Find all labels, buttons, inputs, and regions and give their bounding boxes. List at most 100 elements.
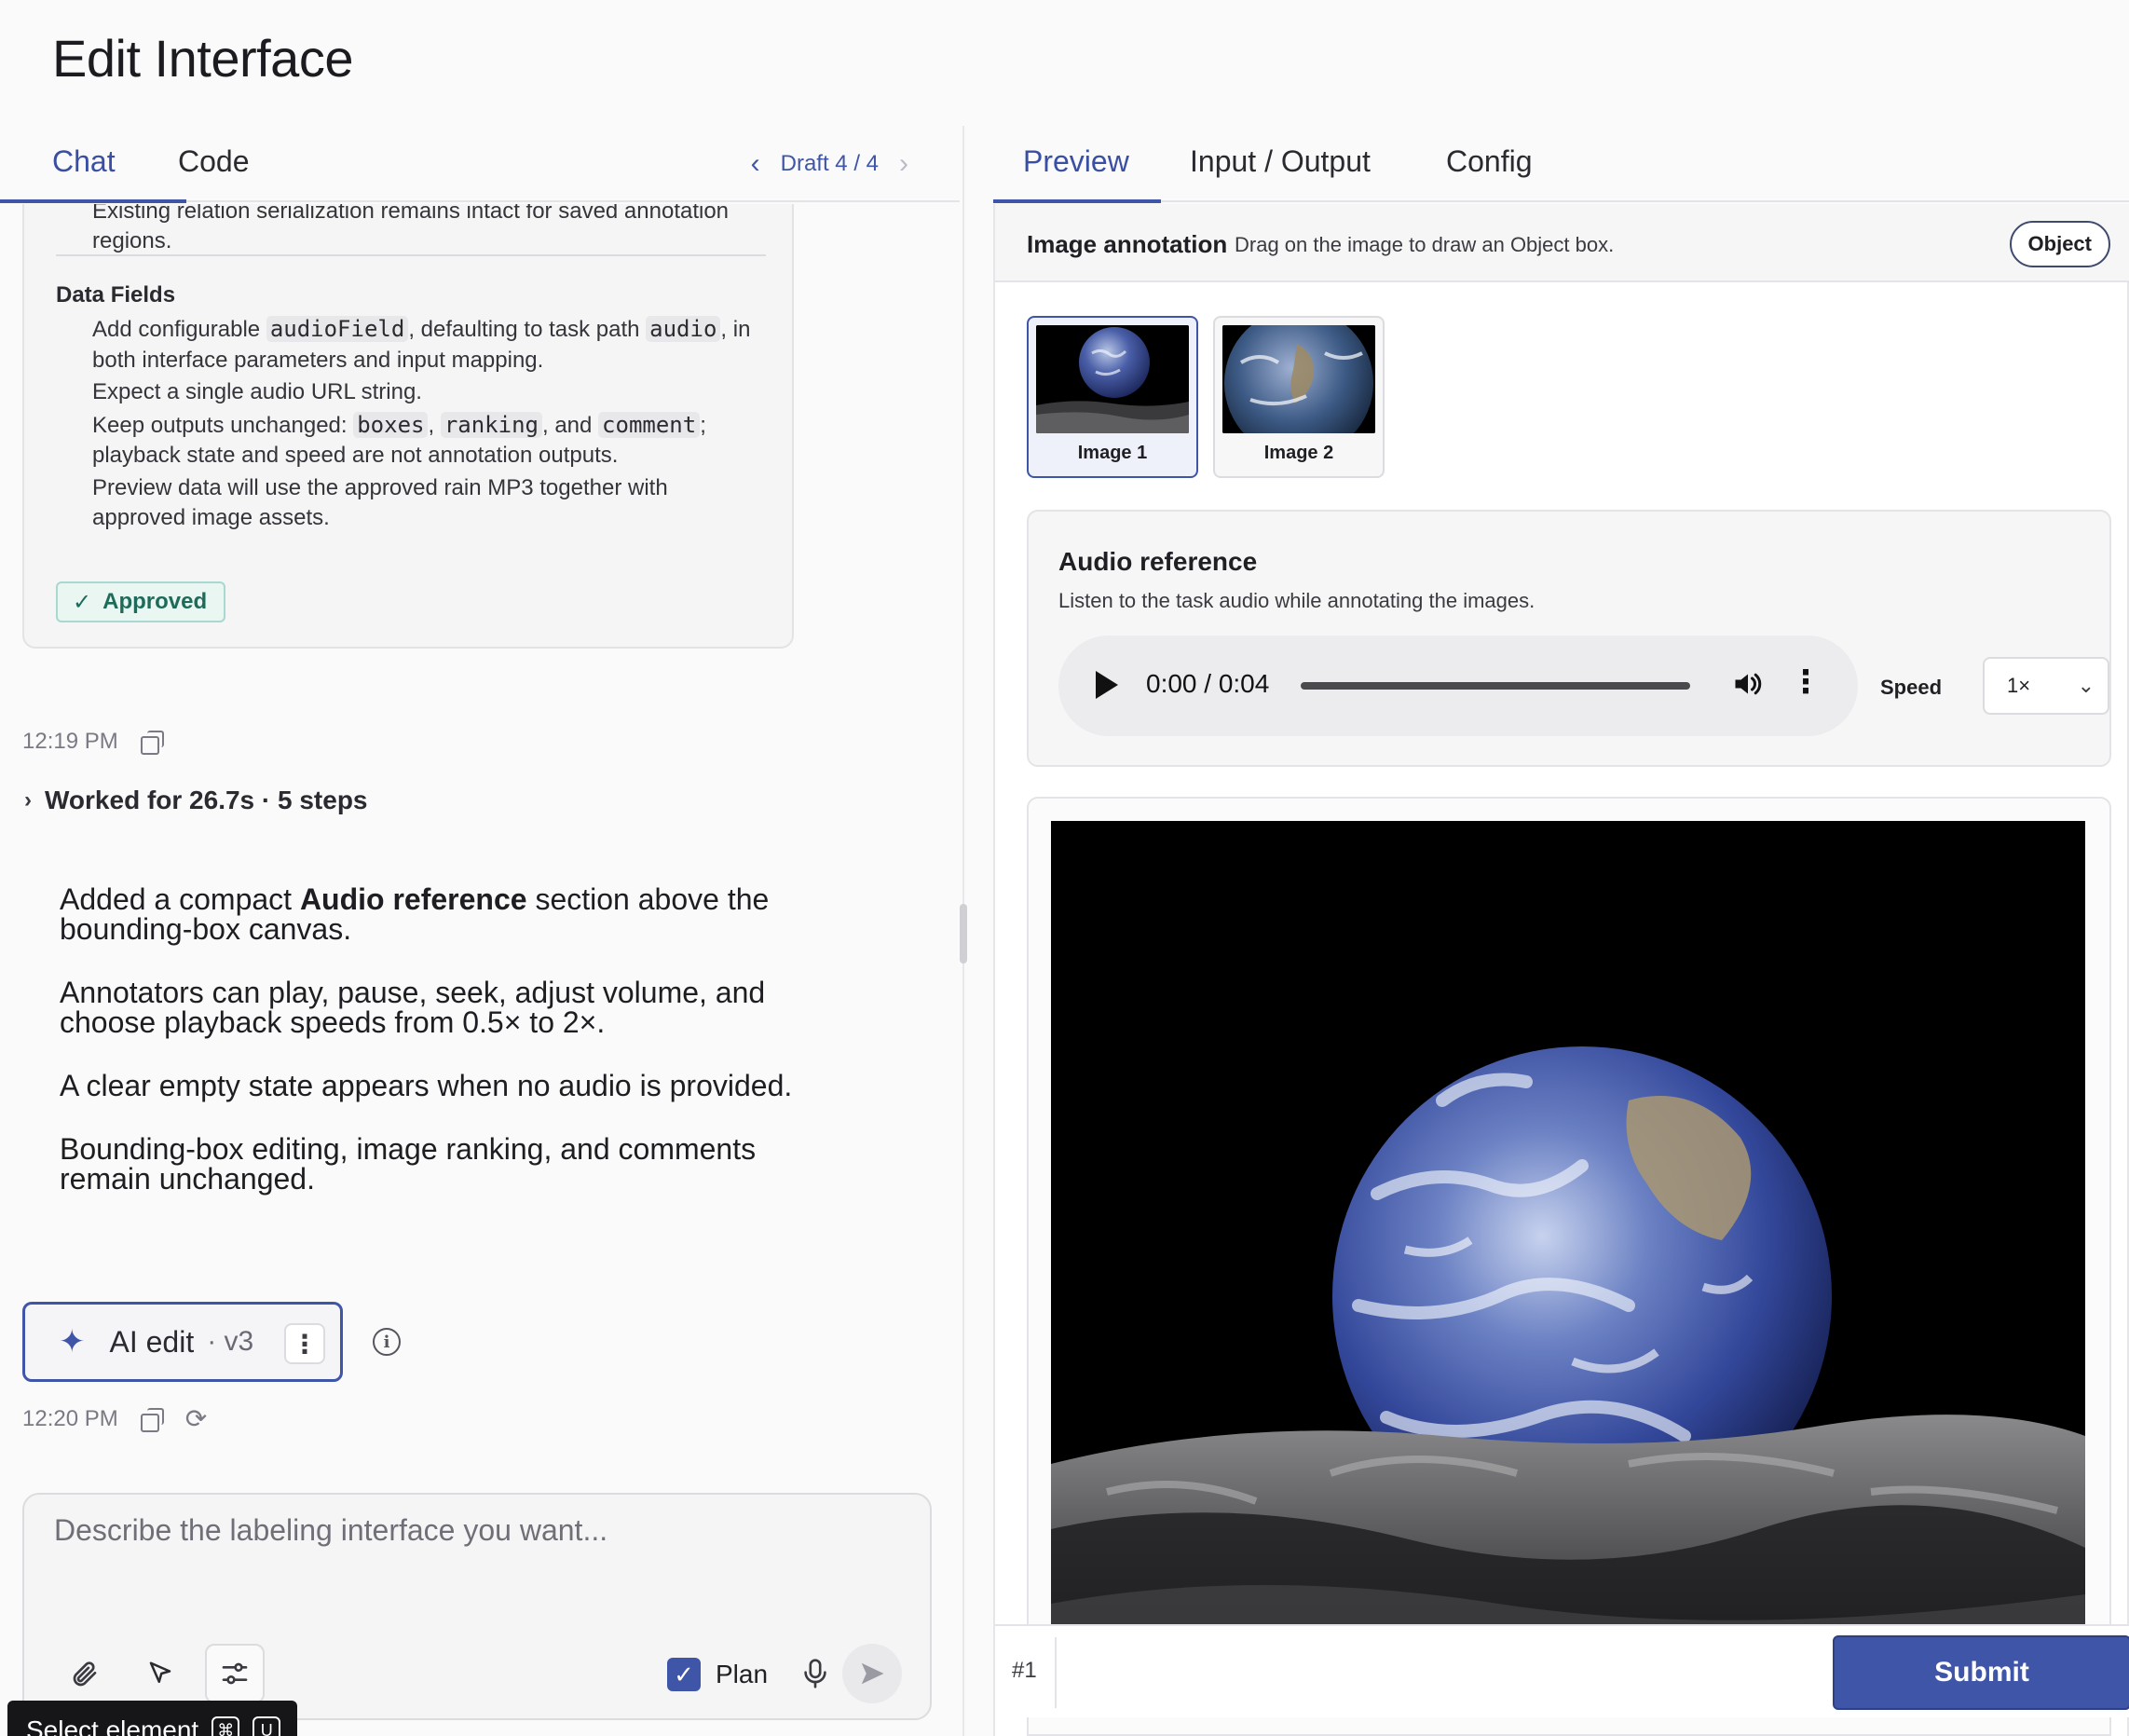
image-thumbnail-2[interactable]: Image 2 [1213, 316, 1385, 478]
chat-scroll-area[interactable]: Existing relation serialization remains … [0, 204, 960, 1736]
audio-player: 0:00 / 0:04 ⋮ [1058, 636, 1858, 736]
summary-paragraph: Bounding-box editing, image ranking, and… [60, 1132, 757, 1196]
tab-preview[interactable]: Preview [1023, 144, 1129, 179]
paperclip-icon[interactable] [54, 1644, 114, 1703]
approved-label: Approved [102, 589, 208, 614]
assistant-summary: Added a compact Audio reference section … [60, 884, 796, 1227]
worked-steps-toggle[interactable]: › Worked for 26.7s · 5 steps [24, 786, 368, 815]
bullet-text: , defaulting to task path [408, 317, 640, 342]
bullet-text: Keep outputs unchanged: [92, 412, 348, 438]
plan-bullet: Add configurable audioField, defaulting … [92, 314, 763, 376]
left-tab-bar: Chat Code ‹ Draft 4 / 4 › [0, 126, 960, 203]
item-number: #1 [1012, 1658, 1037, 1683]
tab-config[interactable]: Config [1446, 144, 1533, 179]
play-icon[interactable] [1096, 671, 1118, 699]
chevron-down-icon: ⌄ [2077, 674, 2095, 697]
info-icon[interactable]: i [373, 1328, 401, 1356]
keyboard-u-key: U [252, 1716, 281, 1736]
speed-select[interactable]: 1× ⌄ [1983, 657, 2109, 715]
plan-bullet: Expect a single audio URL string. [92, 379, 422, 404]
bullet-text: , and [541, 412, 593, 438]
chevron-right-icon[interactable]: › [899, 150, 908, 178]
refresh-icon[interactable]: ⟳ [185, 1406, 207, 1432]
summary-paragraph: A clear empty state appears when no audi… [60, 1069, 793, 1102]
summary-paragraph: Annotators can play, pause, seek, adjust… [60, 976, 766, 1039]
plan-card: Existing relation serialization remains … [22, 204, 794, 649]
divider [1055, 1637, 1057, 1708]
composer: ✓ Plan [22, 1493, 932, 1720]
timestamp: 12:20 PM [22, 1406, 118, 1431]
prompt-input[interactable] [54, 1513, 893, 1548]
summary-text: Added a compact [60, 882, 300, 916]
thumbnail-label: Image 2 [1263, 443, 1334, 463]
audio-title: Audio reference [1058, 547, 1258, 576]
inline-code: ranking [440, 411, 542, 438]
inline-code: audioField [266, 316, 409, 342]
worked-label: Worked for 26.7s · 5 steps [45, 786, 368, 814]
timestamp: 12:19 PM [22, 729, 118, 754]
draft-navigator: ‹ Draft 4 / 4 › [751, 150, 908, 178]
inline-code: audio [646, 316, 721, 342]
chevron-left-icon[interactable]: ‹ [751, 150, 760, 178]
audio-subtitle: Listen to the task audio while annotatin… [1058, 589, 1535, 612]
audio-seek-bar[interactable] [1301, 682, 1690, 690]
chat-pane: Chat Code ‹ Draft 4 / 4 › Existing relat… [0, 126, 960, 1736]
cursor-select-icon[interactable] [130, 1644, 190, 1703]
bullet-text: , [428, 412, 435, 438]
message-meta: 12:20 PM ⟳ [22, 1406, 207, 1432]
volume-icon[interactable] [1731, 667, 1765, 709]
ai-edit-label: AI edit [109, 1324, 195, 1359]
plan-bullet: Preview data will use the approved rain … [92, 474, 668, 531]
ai-edit-card[interactable]: ✦ AI edit · v3 ⋮ [22, 1302, 343, 1382]
tab-input-output[interactable]: Input / Output [1190, 144, 1371, 179]
approved-badge: ✓ Approved [56, 581, 226, 622]
annotation-title: Image annotation [1027, 230, 1228, 258]
submit-bar: #1 Submit [995, 1624, 2129, 1717]
earth-thumbnail-image [1036, 325, 1189, 433]
inline-code: boxes [353, 411, 429, 438]
object-label-button[interactable]: Object [2009, 221, 2110, 267]
audio-reference-card: Audio reference Listen to the task audio… [1027, 510, 2111, 767]
more-vertical-icon[interactable]: ⋮ [1790, 663, 1822, 701]
summary-bold: Audio reference [299, 882, 527, 916]
plan-top-text: Existing relation serialization remains … [92, 204, 730, 253]
tooltip-label: Select element [26, 1715, 199, 1736]
annotation-canvas[interactable] [1051, 821, 2085, 1660]
earth-closeup-thumbnail-image [1222, 325, 1375, 433]
plan-section-title: Data Fields [56, 282, 176, 308]
microphone-icon[interactable] [803, 1658, 827, 1697]
more-vertical-icon[interactable]: ⋮ [284, 1323, 325, 1364]
sliders-icon[interactable] [205, 1644, 265, 1703]
plan-bullets: Add configurable audioField, defaulting … [92, 314, 763, 536]
keyboard-command-key: ⌘ [212, 1716, 240, 1736]
resize-handle[interactable] [960, 904, 967, 964]
draft-counter: Draft 4 / 4 [780, 151, 879, 176]
bullet-text: Add configurable [92, 317, 261, 342]
bounding-box-canvas-card [1027, 797, 2111, 1736]
send-button[interactable] [842, 1644, 902, 1703]
app-title: Edit Interface [52, 29, 353, 88]
message-meta: 12:19 PM [22, 729, 164, 755]
tab-chat[interactable]: Chat [52, 144, 116, 179]
copy-icon[interactable] [140, 1408, 164, 1432]
plan-checkbox[interactable]: ✓ [667, 1658, 701, 1691]
active-tab-indicator [993, 199, 1161, 203]
submit-button[interactable]: Submit [1833, 1635, 2129, 1710]
sparkle-icon: ✦ [59, 1324, 86, 1360]
tab-code[interactable]: Code [178, 144, 250, 179]
plan-toggle[interactable]: ✓ Plan [667, 1658, 768, 1691]
speed-label: Speed [1880, 676, 1943, 699]
speed-value: 1× [2007, 674, 2031, 697]
inline-code: comment [598, 411, 701, 438]
right-tab-bar: Preview Input / Output Config [993, 126, 2129, 203]
copy-icon[interactable] [140, 731, 164, 755]
summary-paragraph: Added a compact Audio reference section … [60, 884, 796, 944]
select-element-tooltip: Select element ⌘ U [7, 1701, 298, 1736]
ai-edit-version: · v3 [207, 1326, 254, 1357]
chevron-right-icon: › [24, 787, 32, 813]
divider [56, 254, 766, 256]
image-thumbnail-1[interactable]: Image 1 [1027, 316, 1198, 478]
check-icon: ✓ [73, 589, 92, 615]
preview-frame: Image annotation Drag on the image to dr… [993, 204, 2129, 1736]
preview-pane: Preview Input / Output Config Image anno… [993, 126, 2129, 1736]
